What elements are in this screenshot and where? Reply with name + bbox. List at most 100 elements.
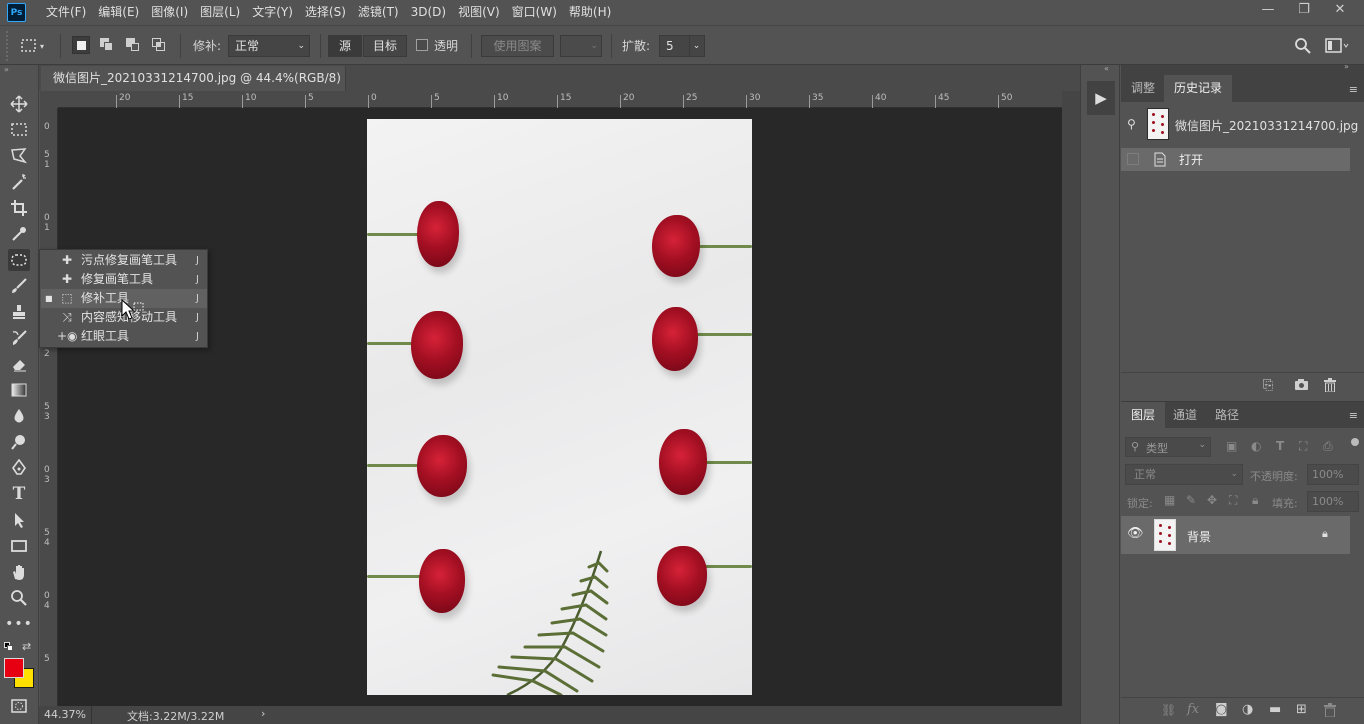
diffusion-select[interactable]: 5 ⌄ [659, 35, 705, 57]
flyout-item-red-eye[interactable]: +◉ 红眼工具 J [41, 327, 207, 346]
zoom-level[interactable]: 44.37% [44, 708, 86, 721]
new-snapshot-button[interactable] [1294, 378, 1309, 395]
lock-transparent-pixels[interactable]: ▦ [1164, 493, 1175, 507]
filter-shape-layers[interactable]: ⛶ [1299, 439, 1307, 454]
layer-row-background[interactable]: 👁︎ 背景 🔒︎ [1121, 516, 1350, 554]
intersect-selection-button[interactable] [150, 36, 168, 54]
new-group-button[interactable]: ▬ [1269, 702, 1281, 717]
default-colors-button[interactable] [4, 642, 14, 652]
tab-layers[interactable]: 图层 [1121, 402, 1166, 429]
edit-toolbar-button[interactable]: ••• [5, 613, 32, 635]
filter-toggle[interactable] [1351, 438, 1359, 446]
link-layers-button[interactable]: ⛓︎ [1161, 703, 1176, 717]
new-adjustment-layer-button[interactable]: ◑ [1242, 702, 1253, 717]
add-layer-style-button[interactable]: fx [1187, 702, 1199, 717]
zoom-tool[interactable] [8, 587, 30, 609]
filter-type-layers[interactable]: T [1276, 439, 1284, 453]
eraser-tool[interactable] [8, 353, 30, 375]
history-brush-tool[interactable] [8, 327, 30, 349]
fill-field[interactable]: 100% [1307, 491, 1359, 512]
ruler-origin[interactable] [40, 91, 58, 108]
new-layer-button[interactable]: ⊞ [1296, 702, 1307, 717]
search-button[interactable] [1294, 37, 1312, 58]
expand-panels-icon[interactable]: « [1104, 64, 1109, 73]
status-menu-arrow[interactable]: › [261, 707, 265, 720]
tab-paths[interactable]: 路径 [1205, 402, 1249, 429]
target-button[interactable]: 目标 [363, 35, 407, 57]
pattern-picker[interactable]: ⌄ [560, 35, 602, 57]
filter-smart-objects[interactable]: ⎙ [1323, 439, 1333, 454]
menu-filter[interactable]: 滤镜(T) [352, 0, 405, 25]
menu-layer[interactable]: 图层(L) [194, 0, 246, 25]
brush-tool[interactable] [8, 275, 30, 297]
document-image[interactable] [367, 119, 752, 695]
new-document-from-state-button[interactable]: ⎘ [1263, 378, 1273, 393]
swap-colors-icon[interactable]: ⇄ [22, 640, 31, 653]
add-selection-button[interactable] [98, 36, 116, 54]
restore-button[interactable]: ❐ [1286, 0, 1322, 22]
history-source-checkbox[interactable] [1127, 153, 1139, 165]
blur-tool[interactable] [8, 405, 30, 427]
horizontal-ruler[interactable]: 20 15 10 5 0 5 10 15 20 25 30 35 40 45 50 [58, 91, 1062, 108]
tab-adjustments[interactable]: 调整 [1121, 75, 1165, 102]
minimize-button[interactable]: — [1250, 0, 1286, 22]
panel-menu-icon[interactable]: ≡ [1349, 409, 1358, 422]
blend-mode-select[interactable]: 正常 ⌄ [1125, 464, 1243, 485]
hand-tool[interactable] [8, 561, 30, 583]
lock-position[interactable]: ✥ [1207, 493, 1217, 507]
filter-adjustment-layers[interactable]: ◐ [1251, 439, 1261, 453]
lasso-tool[interactable] [8, 145, 30, 167]
history-step[interactable]: 打开 [1121, 148, 1350, 171]
subtract-selection-button[interactable] [124, 36, 142, 54]
document-tab[interactable]: 微信图片_20210331214700.jpg @ 44.4%(RGB/8) *… [41, 66, 346, 110]
eyedropper-tool[interactable] [8, 223, 30, 245]
menu-help[interactable]: 帮助(H) [563, 0, 617, 25]
pen-tool[interactable] [8, 457, 30, 479]
flyout-item-spot-healing-brush[interactable]: ✚ 污点修复画笔工具 J [41, 251, 207, 270]
panel-menu-icon[interactable]: ≡ [1349, 83, 1358, 96]
marquee-tool[interactable] [8, 119, 30, 141]
menu-edit[interactable]: 编辑(E) [92, 0, 145, 25]
actions-panel-button[interactable]: ▶ [1087, 81, 1115, 115]
source-button[interactable]: 源 [328, 35, 362, 57]
menu-select[interactable]: 选择(S) [299, 0, 352, 25]
close-window-button[interactable]: ✕ [1322, 0, 1358, 22]
history-snapshot[interactable]: ⚲ 微信图片_20210331214700.jpg [1121, 105, 1364, 143]
foreground-color-swatch[interactable] [4, 658, 24, 678]
quick-mask-button[interactable] [8, 695, 30, 717]
gradient-tool[interactable] [8, 379, 30, 401]
collapse-toolbar-icon[interactable]: » [4, 65, 9, 74]
patch-mode-select[interactable]: 正常 ⌄ [228, 35, 310, 57]
clone-stamp-tool[interactable] [8, 301, 30, 323]
layer-filter-select[interactable]: ⚲ 类型 ⌄ [1125, 437, 1211, 457]
path-selection-tool[interactable] [8, 509, 30, 531]
delete-state-button[interactable] [1324, 378, 1336, 396]
menu-file[interactable]: 文件(F) [40, 0, 92, 25]
visibility-eye-icon[interactable]: 👁︎ [1127, 526, 1144, 541]
new-selection-button[interactable] [72, 36, 90, 54]
vertical-scrollbar[interactable] [1062, 91, 1080, 706]
menu-view[interactable]: 视图(V) [452, 0, 506, 25]
rectangle-tool[interactable] [8, 535, 30, 557]
filter-pixel-layers[interactable]: ▣ [1226, 439, 1237, 453]
menu-image[interactable]: 图像(I) [145, 0, 194, 25]
menu-window[interactable]: 窗口(W) [506, 0, 563, 25]
lock-image-pixels[interactable]: ✎ [1186, 493, 1196, 507]
workspace-button[interactable] [1325, 38, 1349, 57]
tab-history[interactable]: 历史记录 [1164, 75, 1233, 102]
delete-layer-button[interactable] [1324, 703, 1336, 721]
move-tool[interactable] [8, 93, 30, 115]
flyout-item-healing-brush[interactable]: ✚ 修复画笔工具 J [41, 270, 207, 289]
use-pattern-button[interactable]: 使用图案 [481, 35, 554, 57]
lock-all[interactable]: 🔒︎ [1252, 493, 1258, 508]
collapse-panel-icon[interactable]: » [1344, 62, 1349, 71]
opacity-field[interactable]: 100% [1307, 464, 1359, 485]
type-tool[interactable]: T [8, 483, 30, 505]
transparent-checkbox[interactable] [416, 39, 428, 51]
magic-wand-tool[interactable] [8, 171, 30, 193]
options-grip[interactable] [6, 31, 14, 61]
dodge-tool[interactable] [8, 431, 30, 453]
crop-tool[interactable] [8, 197, 30, 219]
lock-artboard[interactable]: ⛶ [1229, 493, 1237, 508]
menu-type[interactable]: 文字(Y) [246, 0, 299, 25]
